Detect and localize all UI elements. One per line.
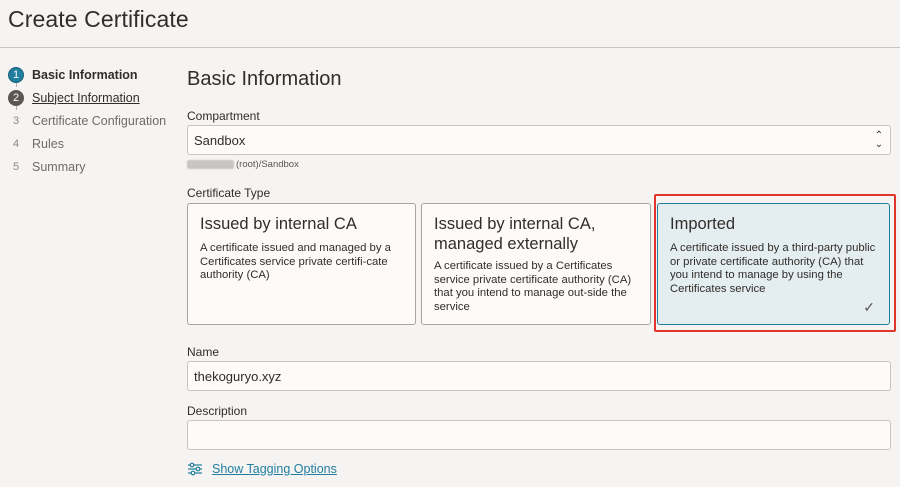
compartment-path-text: (root)/Sandbox — [236, 159, 299, 170]
step-certificate-configuration: 3 Certificate Configuration — [8, 109, 178, 132]
step-label: Certificate Configuration — [32, 113, 167, 128]
sliders-icon — [187, 462, 203, 476]
step-number: 5 — [12, 160, 20, 173]
step-number: 3 — [12, 114, 20, 127]
step-label: Basic Information — [32, 67, 138, 82]
step-number: 4 — [12, 137, 20, 150]
compartment-path: (root)/Sandbox — [187, 159, 299, 170]
name-input[interactable]: thekoguryo.xyz — [187, 361, 891, 391]
step-number: 2 — [8, 89, 24, 106]
chevron-updown-icon: ⌃ ⌄ — [874, 130, 884, 150]
page-title: Create Certificate — [8, 6, 189, 32]
wizard-steps: 1 Basic Information 2 Subject Informatio… — [8, 63, 178, 178]
step-basic-information[interactable]: 1 Basic Information — [8, 63, 178, 86]
step-summary: 5 Summary — [8, 155, 178, 178]
cert-type-option-internal-ca-managed-externally[interactable]: Issued by internal CA, managed externall… — [421, 203, 651, 325]
step-label: Rules — [32, 136, 64, 151]
option-description: A certificate issued and managed by a Ce… — [200, 242, 391, 281]
cert-type-option-internal-ca[interactable]: Issued by internal CA A certificate issu… — [187, 203, 416, 325]
step-subject-information[interactable]: 2 Subject Information — [8, 86, 178, 109]
certificate-type-label: Certificate Type — [187, 186, 271, 200]
name-value: thekoguryo.xyz — [194, 369, 282, 384]
page-header: Create Certificate — [0, 0, 900, 48]
section-title: Basic Information — [187, 68, 342, 90]
compartment-value: Sandbox — [194, 133, 246, 148]
step-rules: 4 Rules — [8, 132, 178, 155]
compartment-select[interactable]: Sandbox ⌃ ⌄ — [187, 125, 891, 155]
option-title: Issued by internal CA — [200, 215, 357, 233]
step-number: 1 — [8, 66, 24, 83]
description-input[interactable] — [187, 420, 891, 450]
option-description: A certificate issued by a Certificates s… — [434, 260, 632, 313]
tagging-options[interactable]: Show Tagging Options — [187, 462, 337, 476]
step-label: Summary — [32, 159, 86, 174]
option-title: Issued by internal CA, managed externall… — [434, 215, 596, 253]
description-label: Description — [187, 404, 248, 418]
show-tagging-options-link[interactable]: Show Tagging Options — [212, 462, 337, 476]
name-label: Name — [187, 345, 220, 359]
compartment-label: Compartment — [187, 109, 260, 123]
step-label: Subject Information — [32, 90, 140, 105]
highlight-box — [654, 194, 896, 332]
redacted-text — [187, 160, 234, 169]
